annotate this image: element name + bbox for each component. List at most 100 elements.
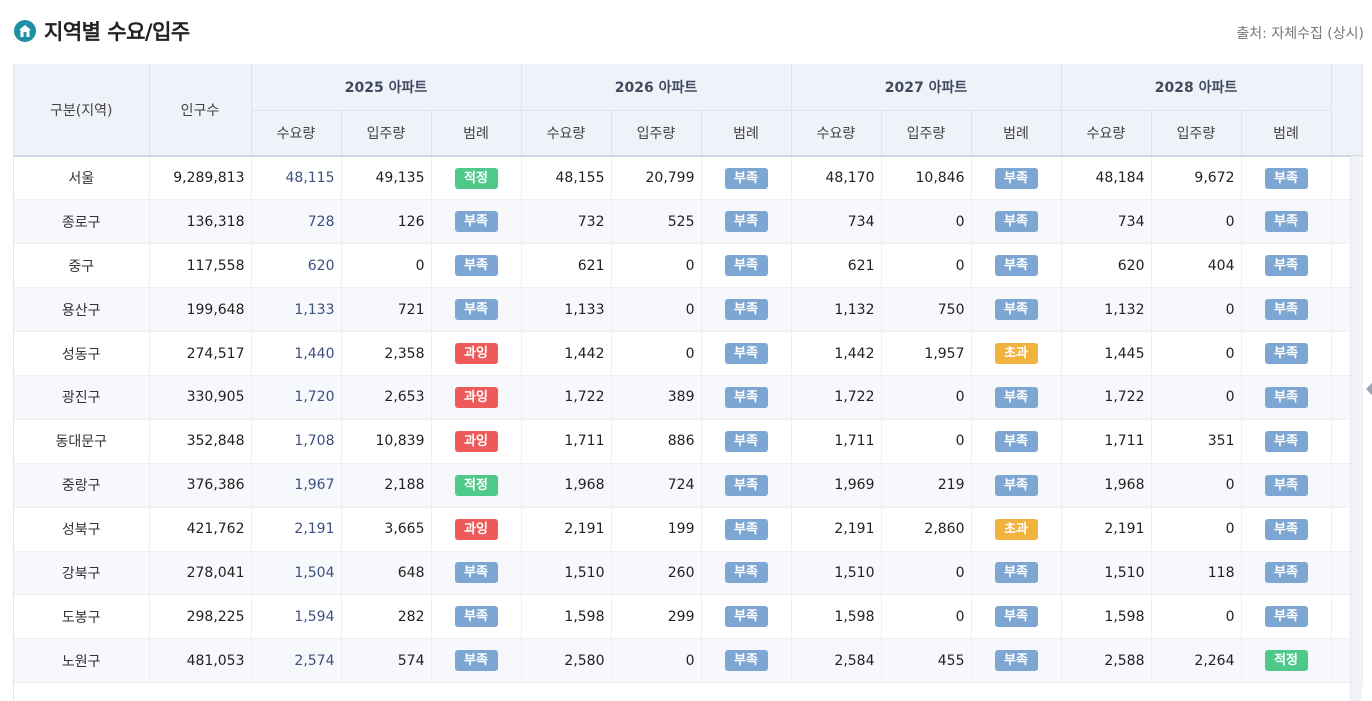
subheader-supply: 입주량: [881, 109, 972, 156]
demand-cell: 48,115: [251, 156, 342, 201]
demand-cell: 1,510: [1061, 551, 1152, 596]
table-row[interactable]: 노원구 481,053 2,574 574 부족 2,580 0 부족 2,584 455 부족 2,…: [14, 638, 1363, 684]
demand-cell: 734: [791, 199, 882, 245]
demand-cell: 1,594: [251, 594, 342, 640]
population-cell: 274,517: [149, 331, 252, 376]
supply-cell: 0: [881, 199, 972, 245]
supply-cell: 199: [611, 507, 702, 552]
status-badge: 적정: [454, 474, 498, 496]
legend-cell: 부족: [1241, 463, 1332, 508]
supply-cell: 724: [611, 463, 702, 508]
demand-cell: 734: [1061, 199, 1152, 245]
status-badge: 부족: [994, 650, 1038, 672]
demand-supply-table-container[interactable]: 구분(지역) 인구수 2025 아파트 2026 아파트 2027 아파트 20…: [13, 64, 1363, 701]
legend-cell: 부족: [971, 551, 1062, 596]
status-badge: 부족: [1264, 386, 1308, 408]
region-cell: 강북구: [14, 551, 150, 596]
table-row[interactable]: 서울 9,289,813 48,115 49,135 적정 48,155 20,799 부족 4…: [14, 156, 1363, 201]
population-cell: 330,905: [149, 375, 252, 420]
status-badge: 과잉: [454, 386, 498, 408]
status-badge: 부족: [724, 167, 768, 189]
status-badge: 부족: [724, 650, 768, 672]
collapse-arrow-icon[interactable]: [1366, 383, 1372, 395]
status-badge: 과잉: [454, 430, 498, 452]
table-row[interactable]: 동대문구 352,848 1,708 10,839 과잉 1,711 886 부족 1,711 0…: [14, 419, 1363, 464]
status-badge: 부족: [994, 430, 1038, 452]
population-cell: 136,318: [149, 199, 252, 245]
demand-cell: 620: [1061, 243, 1152, 289]
table-row[interactable]: 중랑구 376,386 1,967 2,188 적정 1,968 724 부족 1,969 219…: [14, 463, 1363, 508]
table-row[interactable]: 도봉구 298,225 1,594 282 부족 1,598 299 부족 1,598 0 부족 1,…: [14, 594, 1363, 640]
legend-cell: 적정: [1241, 638, 1332, 684]
legend-cell: 부족: [701, 243, 792, 289]
supply-cell: 9,672: [1151, 156, 1242, 201]
region-cell: 서울: [14, 156, 150, 201]
supply-cell: 404: [1151, 243, 1242, 289]
supply-cell: 2,358: [341, 331, 432, 376]
legend-cell: 부족: [431, 594, 522, 640]
subheader-demand: 수요량: [791, 109, 882, 156]
legend-cell: 부족: [701, 507, 792, 552]
status-badge: 초과: [994, 343, 1038, 364]
table-row[interactable]: 광진구 330,905 1,720 2,653 과잉 1,722 389 부족 1,722 0 부족…: [14, 375, 1363, 420]
legend-cell: 과잉: [431, 375, 522, 420]
region-cell: 용산구: [14, 287, 150, 333]
demand-cell: 1,722: [521, 375, 612, 420]
supply-cell: 0: [611, 638, 702, 684]
status-badge: 부족: [724, 606, 768, 628]
status-badge: 적정: [454, 167, 498, 189]
demand-cell: 2,574: [251, 638, 342, 684]
legend-cell: 부족: [971, 463, 1062, 508]
demand-cell: 48,170: [791, 156, 882, 201]
table-row[interactable]: 중구 117,558 620 0 부족 621 0 부족 621 0 부족 620 404 부족: [14, 243, 1363, 289]
supply-cell: 126: [341, 199, 432, 245]
supply-cell: 525: [611, 199, 702, 245]
legend-cell: 부족: [701, 199, 792, 245]
legend-cell: 부족: [701, 156, 792, 201]
legend-cell: 부족: [1241, 199, 1332, 245]
table-row[interactable]: 강북구 278,041 1,504 648 부족 1,510 260 부족 1,510 0 부족 1,…: [14, 551, 1363, 596]
status-badge: 부족: [724, 386, 768, 408]
demand-cell: 1,598: [1061, 594, 1152, 640]
demand-cell: 1,708: [251, 419, 342, 464]
table-row[interactable]: 종로구 136,318 728 126 부족 732 525 부족 734 0 부족 734 0 부족: [14, 199, 1363, 245]
status-badge: 부족: [1264, 562, 1308, 584]
source-note: 출처: 자체수집 (상시): [1236, 26, 1364, 42]
subheader-legend: 범례: [971, 109, 1062, 156]
supply-cell: 0: [881, 551, 972, 596]
status-badge: 부족: [1264, 299, 1308, 321]
supply-cell: 0: [611, 287, 702, 333]
legend-cell: 과잉: [431, 419, 522, 464]
subheader-demand: 수요량: [251, 109, 342, 156]
demand-cell: 2,191: [1061, 507, 1152, 552]
status-badge: 부족: [454, 562, 498, 584]
supply-cell: 0: [1151, 375, 1242, 420]
header-year-2028: 2028 아파트: [1061, 64, 1332, 110]
header-region: 구분(지역): [14, 64, 150, 156]
table-row[interactable]: 성북구 421,762 2,191 3,665 과잉 2,191 199 부족 2,191 2,8…: [14, 507, 1363, 552]
population-cell: 9,289,813: [149, 156, 252, 201]
supply-cell: 20,799: [611, 156, 702, 201]
demand-cell: 1,504: [251, 551, 342, 596]
subheader-legend: 범례: [431, 109, 522, 156]
table-row[interactable]: 성동구 274,517 1,440 2,358 과잉 1,442 0 부족 1,442 1,957…: [14, 331, 1363, 376]
legend-cell: 과잉: [431, 507, 522, 552]
status-badge: 부족: [724, 211, 768, 233]
demand-cell: 621: [791, 243, 882, 289]
legend-cell: 부족: [1241, 243, 1332, 289]
status-badge: 부족: [994, 606, 1038, 628]
supply-cell: 0: [1151, 594, 1242, 640]
table-row[interactable]: 용산구 199,648 1,133 721 부족 1,133 0 부족 1,132 750 부족 1,…: [14, 287, 1363, 333]
subheader-legend: 범례: [701, 109, 792, 156]
supply-cell: 0: [1151, 199, 1242, 245]
status-badge: 초과: [994, 518, 1038, 540]
population-cell: 421,762: [149, 507, 252, 552]
status-badge: 부족: [994, 299, 1038, 321]
vertical-scrollbar[interactable]: [1350, 156, 1362, 701]
population-cell: 298,225: [149, 594, 252, 640]
status-badge: 부족: [454, 255, 498, 277]
legend-cell: 초과: [971, 331, 1062, 376]
status-badge: 부족: [724, 518, 768, 540]
supply-cell: 2,653: [341, 375, 432, 420]
population-cell: 117,558: [149, 243, 252, 289]
